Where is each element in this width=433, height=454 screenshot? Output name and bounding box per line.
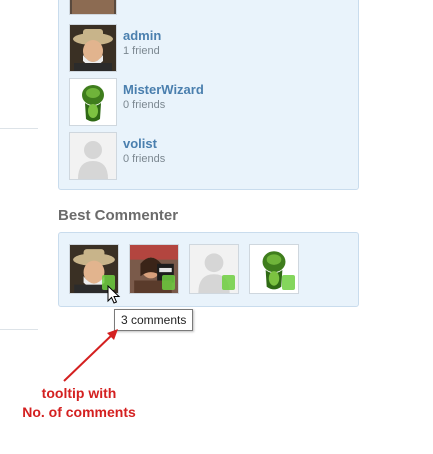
- annotation-text: tooltip with No. of comments: [0, 384, 158, 422]
- annotation-line-1: tooltip with: [41, 385, 117, 401]
- annotation-line-2: No. of comments: [22, 404, 136, 420]
